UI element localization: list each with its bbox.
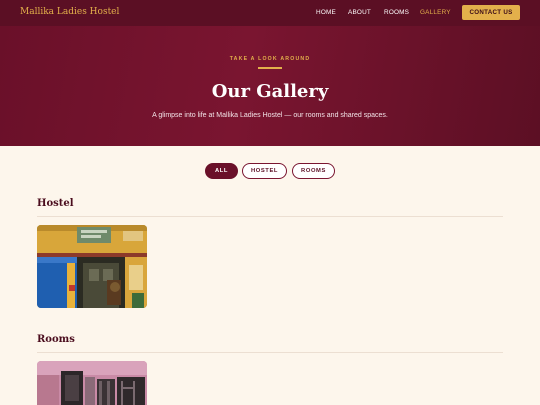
brand-logo-text[interactable]: Mallika Ladies Hostel bbox=[20, 7, 119, 17]
section-title-rooms: Rooms bbox=[37, 334, 75, 345]
section-title-hostel: Hostel bbox=[37, 198, 74, 209]
nav-link-rooms[interactable]: ROOMS bbox=[384, 9, 409, 16]
nav-link-gallery[interactable]: GALLERY bbox=[420, 9, 451, 16]
section-divider bbox=[37, 352, 503, 353]
gallery-photo-room-interior[interactable] bbox=[37, 361, 147, 405]
hero-subtitle: A glimpse into life at Mallika Ladies Ho… bbox=[152, 112, 388, 119]
eyebrow-divider bbox=[258, 67, 282, 69]
section-divider bbox=[37, 216, 503, 217]
filter-all-button[interactable]: ALL bbox=[205, 163, 238, 179]
nav-link-home[interactable]: HOME bbox=[316, 9, 336, 16]
gallery-photo-hostel-exterior[interactable] bbox=[37, 225, 147, 308]
contact-us-button[interactable]: CONTACT US bbox=[462, 5, 520, 20]
hostel-exterior-image bbox=[37, 225, 147, 308]
page-title: Our Gallery bbox=[211, 81, 329, 102]
top-navbar: Mallika Ladies Hostel HOME ABOUT ROOMS G… bbox=[0, 0, 540, 26]
filter-hostel-button[interactable]: HOSTEL bbox=[242, 163, 287, 179]
hero-eyebrow: TAKE A LOOK AROUND bbox=[229, 56, 311, 62]
room-interior-image bbox=[37, 361, 147, 405]
nav-link-about[interactable]: ABOUT bbox=[348, 9, 371, 16]
filter-rooms-button[interactable]: ROOMS bbox=[292, 163, 335, 179]
hero-banner: TAKE A LOOK AROUND Our Gallery A glimpse… bbox=[0, 26, 540, 146]
